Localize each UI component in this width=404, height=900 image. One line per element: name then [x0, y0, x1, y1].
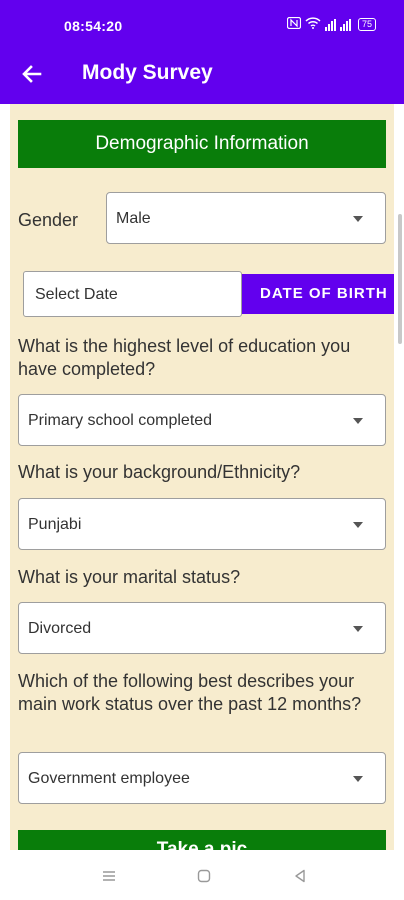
education-dropdown[interactable]: Primary school completed [18, 394, 386, 446]
gender-value: Male [116, 210, 151, 227]
signal-icon [339, 18, 351, 31]
education-value: Primary school completed [28, 412, 213, 429]
marital-dropdown[interactable]: Divorced [18, 602, 386, 654]
gender-dropdown[interactable]: Male [106, 192, 386, 244]
take-picture-button[interactable]: Take a pic [18, 830, 386, 850]
form-panel: Demographic Information Gender Male Sele… [10, 104, 394, 850]
status-time: 08:54:20 [64, 18, 123, 34]
date-placeholder: Select Date [35, 286, 118, 303]
marital-value: Divorced [28, 620, 92, 637]
date-input[interactable]: Select Date [23, 271, 242, 317]
status-bar: 08:54:20 75 [0, 0, 404, 44]
chevron-down-icon [353, 626, 363, 632]
chevron-down-icon [353, 522, 363, 528]
work-dropdown[interactable]: Government employee [18, 752, 386, 804]
work-value: Government employee [28, 770, 190, 787]
section-header: Demographic Information [18, 120, 386, 168]
work-label: Which of the following best describes yo… [18, 671, 362, 714]
education-label: What is the highest level of education y… [18, 336, 351, 379]
page-title: Mody Survey [82, 61, 213, 84]
menu-icon[interactable] [101, 868, 119, 884]
ethnicity-dropdown[interactable]: Punjabi [18, 498, 386, 550]
system-nav-bar [0, 850, 404, 900]
wifi-icon [305, 17, 321, 32]
chevron-down-icon [353, 776, 363, 782]
chevron-down-icon [353, 216, 363, 222]
battery-icon: 75 [357, 18, 376, 31]
ethnicity-value: Punjabi [28, 516, 82, 533]
status-icons: 75 [286, 16, 376, 32]
signal-icon [324, 18, 336, 31]
arrow-left-icon[interactable] [18, 60, 46, 88]
date-of-birth-button[interactable]: DATE OF BIRTH [242, 274, 394, 314]
marital-label: What is your marital status? [18, 567, 241, 587]
ethnicity-label: What is your background/Ethnicity? [18, 462, 301, 482]
nfc-icon [286, 16, 302, 32]
home-square-icon[interactable] [196, 868, 214, 884]
app-bar: Mody Survey [0, 44, 404, 104]
survey-content[interactable]: Demographic Information Gender Male Sele… [0, 104, 404, 850]
back-triangle-icon[interactable] [292, 868, 310, 884]
chevron-down-icon [353, 418, 363, 424]
scrollbar[interactable] [398, 214, 402, 344]
